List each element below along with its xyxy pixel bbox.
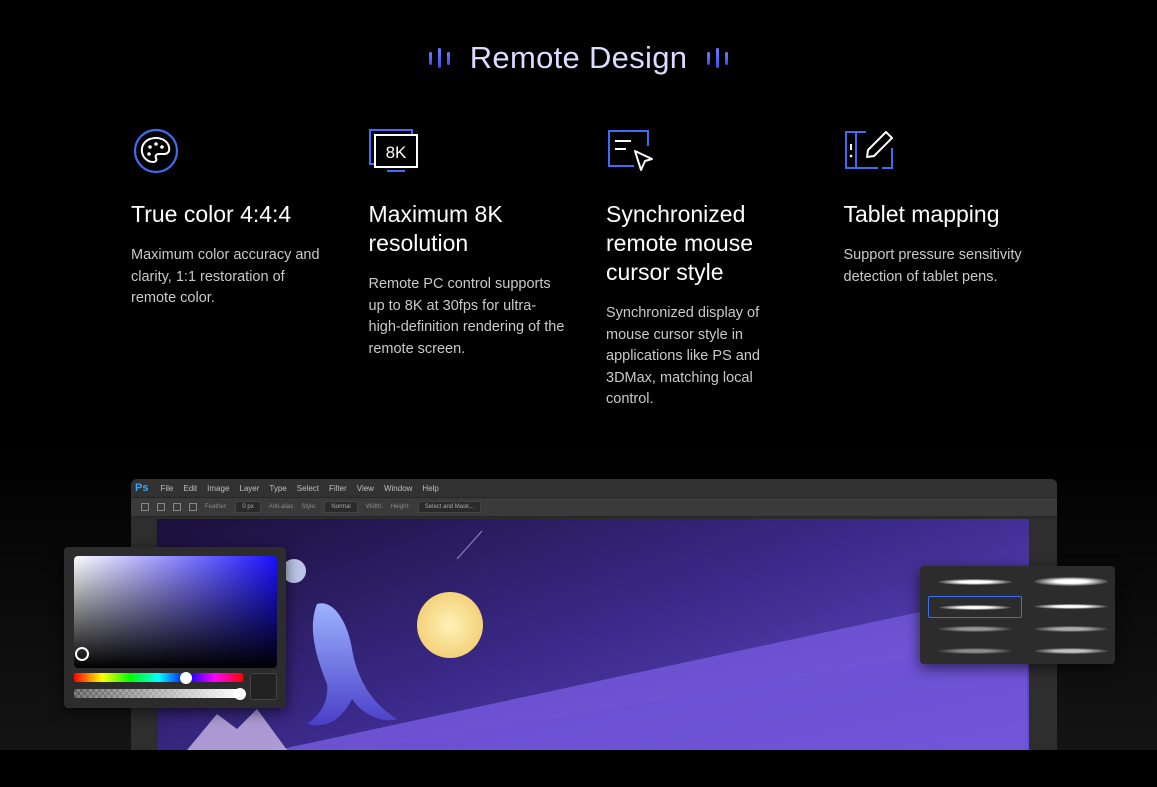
feature-tablet-mapping: Tablet mapping Support pressure sensitiv… (844, 128, 1082, 411)
brush-preset-4[interactable] (1024, 596, 1118, 618)
color-picker-panel (64, 547, 286, 708)
feature-true-color: True color 4:4:4 Maximum color accuracy … (131, 128, 369, 411)
feature-description: Maximum color accuracy and clarity, 1:1 … (131, 247, 320, 306)
section-title: Remote Design (469, 40, 688, 75)
menu-select[interactable]: Select (297, 484, 319, 493)
ps-menubar: Ps File Edit Image Layer Type Select Fil… (131, 479, 1057, 497)
opacity-slider-thumb[interactable] (234, 688, 246, 700)
ps-options-bar: Feather: 0 px Anti-alias Style: Normal W… (131, 497, 1057, 517)
feature-title: True color 4:4:4 (131, 201, 292, 227)
color-field-cursor[interactable] (75, 647, 89, 661)
feature-title: Synchronized remote mouse cursor style (606, 201, 754, 285)
brush-preset-7[interactable] (928, 640, 1022, 662)
brush-preset-1[interactable] (928, 571, 1022, 593)
menu-file[interactable]: File (160, 484, 173, 493)
tablet-pen-icon (844, 131, 893, 169)
hue-slider-thumb[interactable] (180, 672, 192, 684)
window-cursor-icon (608, 130, 653, 171)
feature-description: Remote PC control supports up to 8K at 3… (368, 276, 565, 357)
brush-preset-3-selected[interactable] (928, 596, 1022, 618)
8k-monitor-icon: 8K (368, 129, 418, 172)
menu-view[interactable]: View (357, 484, 374, 493)
menu-layer[interactable]: Layer (239, 484, 259, 493)
feature-description: Synchronized display of mouse cursor sty… (606, 305, 760, 407)
palette-icon (133, 128, 179, 174)
add-selection-icon[interactable] (173, 503, 181, 511)
menu-edit[interactable]: Edit (183, 484, 197, 493)
menu-image[interactable]: Image (207, 484, 229, 493)
color-swatch[interactable] (250, 673, 277, 700)
saturation-brightness-field[interactable] (74, 556, 277, 668)
feature-synced-cursor: Synchronized remote mouse cursor style S… (606, 128, 844, 411)
width-label: Width: (365, 504, 383, 510)
hue-slider[interactable] (74, 673, 243, 682)
whale-moon-artwork (187, 530, 1027, 750)
section-header: Remote Design (0, 40, 1157, 76)
brush-preset-5[interactable] (928, 618, 1022, 640)
marquee-tool-icon[interactable] (141, 503, 149, 511)
features-row: True color 4:4:4 Maximum color accuracy … (131, 128, 1081, 411)
style-label: Style: (301, 504, 317, 510)
bottom-band (0, 750, 1157, 787)
select-and-mask-button[interactable]: Select and Mask... (417, 501, 482, 513)
title-decoration-right (707, 48, 729, 68)
feather-field[interactable]: 0 px (235, 501, 261, 513)
menu-help[interactable]: Help (422, 484, 438, 493)
feature-description: Support pressure sensitivity detection o… (843, 247, 1022, 285)
menu-type[interactable]: Type (269, 484, 286, 493)
opacity-slider[interactable] (74, 689, 243, 698)
brush-preset-2[interactable] (1024, 571, 1118, 593)
ps-logo: Ps (135, 482, 149, 494)
feature-title: Tablet mapping (843, 201, 1000, 227)
feather-label: Feather: (205, 504, 228, 510)
brush-preset-8[interactable] (1024, 640, 1118, 662)
8k-label: 8K (385, 143, 406, 162)
style-select[interactable]: Normal (324, 501, 358, 513)
title-decoration-left (428, 48, 450, 68)
ps-canvas[interactable] (157, 519, 1029, 750)
feature-8k-resolution: 8K Maximum 8K resolution Remote PC contr… (368, 128, 607, 411)
height-label: Height: (390, 504, 410, 510)
feature-title: Maximum 8K resolution (368, 201, 503, 256)
subtract-selection-icon[interactable] (189, 503, 197, 511)
menu-filter[interactable]: Filter (329, 484, 347, 493)
brush-presets-panel (920, 566, 1115, 664)
antialias-label[interactable]: Anti-alias (269, 504, 294, 510)
new-selection-icon[interactable] (157, 503, 165, 511)
menu-window[interactable]: Window (384, 484, 412, 493)
brush-preset-6[interactable] (1024, 618, 1118, 640)
